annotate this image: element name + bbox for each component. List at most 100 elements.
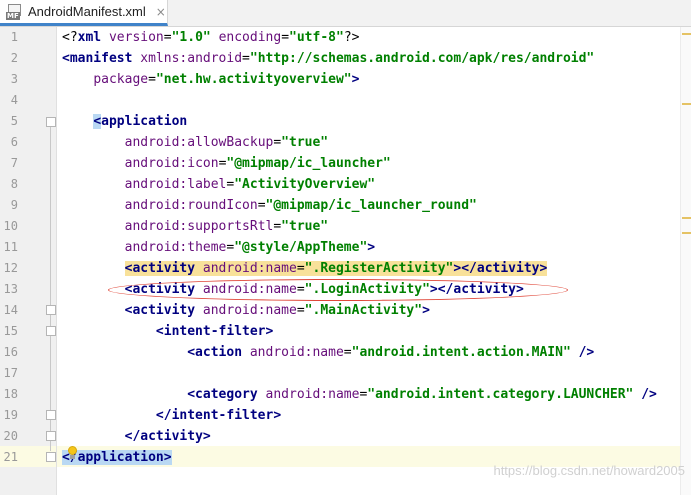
close-icon[interactable]: × [156,5,166,19]
code-line[interactable]: <activity android:name=".RegisterActivit… [62,258,548,279]
code-token: application [101,114,188,129]
code-token: theme [187,240,227,255]
code-line[interactable]: android:icon="@mipmap/ic_launcher" [62,153,391,174]
line-number: 7 [10,156,18,170]
watermark: https://blog.csdn.net/howard2005 [493,463,685,478]
android-manifest-file-icon: MF [6,3,22,20]
code-line[interactable]: android:supportsRtl="true" [62,216,329,237]
line-number: 9 [10,198,18,212]
scrollbar-marker[interactable] [682,232,691,234]
code-line[interactable]: </application> [62,447,172,468]
lightbulb-icon[interactable] [67,446,78,460]
code-token: name [328,387,360,402]
code-token: = [296,303,305,318]
code-token: roundIcon [187,198,258,213]
code-token: <activity [124,303,203,318]
code-token: /> [633,387,657,402]
code-line[interactable]: <action android:name="android.intent.act… [62,342,594,363]
code-token: version [108,30,164,45]
code-token: </application> [62,450,172,465]
code-token: xml [77,30,109,45]
line-number: 19 [3,408,18,422]
code-token: = [257,198,266,213]
line-number: 4 [10,93,18,107]
code-line[interactable]: android:theme="@style/AppTheme"> [62,237,375,258]
code-line[interactable]: android:roundIcon="@mipmap/ic_launcher_r… [62,195,477,216]
code-token: ".MainActivity" [304,303,423,318]
code-token: <category [187,387,266,402]
line-number: 15 [3,324,18,338]
code-token: label [187,177,227,192]
code-token: <action [187,345,250,360]
line-number: 10 [3,219,18,233]
fold-end-application-icon[interactable] [46,452,56,462]
line-number: 12 [3,261,18,275]
code-line[interactable]: </activity> [62,426,211,447]
code-token: "true" [281,135,329,150]
code-token: </intent-filter> [155,408,282,423]
code-token: android: [124,156,188,171]
code-line[interactable]: package="net.hw.activityoverview"> [62,69,359,90]
line-number: 11 [3,240,18,254]
code-token: ></activity> [453,261,548,276]
code-token: </activity> [124,429,211,444]
code-line[interactable]: android:allowBackup="true" [62,132,329,153]
fold-end-intent-filter-icon[interactable] [46,410,56,420]
code-token: = [163,30,172,45]
code-line[interactable]: <intent-filter> [62,321,273,342]
line-number: 17 [3,366,18,380]
code-token: "ActivityOverview" [234,177,376,192]
line-number: 20 [3,429,18,443]
code-token: > [422,303,430,318]
line-number: 3 [10,72,18,86]
code-token: <? [62,30,78,45]
code-token: package [93,72,149,87]
code-line[interactable]: </intent-filter> [62,405,281,426]
code-token: "@mipmap/ic_launcher_round" [265,198,477,213]
code-token: icon [187,156,219,171]
code-token: ".RegisterActivity" [304,261,454,276]
fold-application-icon[interactable] [46,117,56,127]
scrollbar-marker[interactable] [682,103,691,105]
fold-activity-icon[interactable] [46,305,56,315]
file-type-badge: MF [6,11,20,20]
code-line[interactable]: <application [62,111,187,132]
line-number: 16 [3,345,18,359]
code-token: allowBackup [187,135,274,150]
code-token: > [367,240,376,255]
code-token: = [242,51,250,66]
code-line[interactable]: <?xml version="1.0" encoding="utf-8"?> [62,27,359,48]
code-token: android: [202,303,266,318]
scrollbar-marker[interactable] [682,217,691,219]
code-token: <manifest [62,51,141,66]
code-token: supportsRtl [187,219,274,234]
scrollbar-marker[interactable] [682,33,691,35]
code-line[interactable]: android:label="ActivityOverview" [62,174,375,195]
code-line[interactable]: <manifest xmlns:android="http://schemas.… [62,48,594,69]
code-token: name [265,261,297,276]
fold-end-activity-icon[interactable] [46,431,56,441]
line-number: 5 [10,114,18,128]
code-token: "http://schemas.android.com/apk/res/andr… [249,51,595,66]
fold-intent-filter-icon[interactable] [46,326,56,336]
line-number: 13 [3,282,18,296]
tab-androidmanifest[interactable]: MF AndroidManifest.xml × [0,0,168,26]
tab-label: AndroidManifest.xml [28,4,146,19]
code-token: encoding [218,30,282,45]
code-token: <activity [124,261,203,276]
code-token: android: [124,219,188,234]
code-line[interactable]: <activity android:name=".MainActivity"> [62,300,430,321]
code-line[interactable]: <category android:name="android.intent.c… [62,384,657,405]
vertical-scrollbar[interactable] [680,27,691,495]
code-token: = [148,72,156,87]
